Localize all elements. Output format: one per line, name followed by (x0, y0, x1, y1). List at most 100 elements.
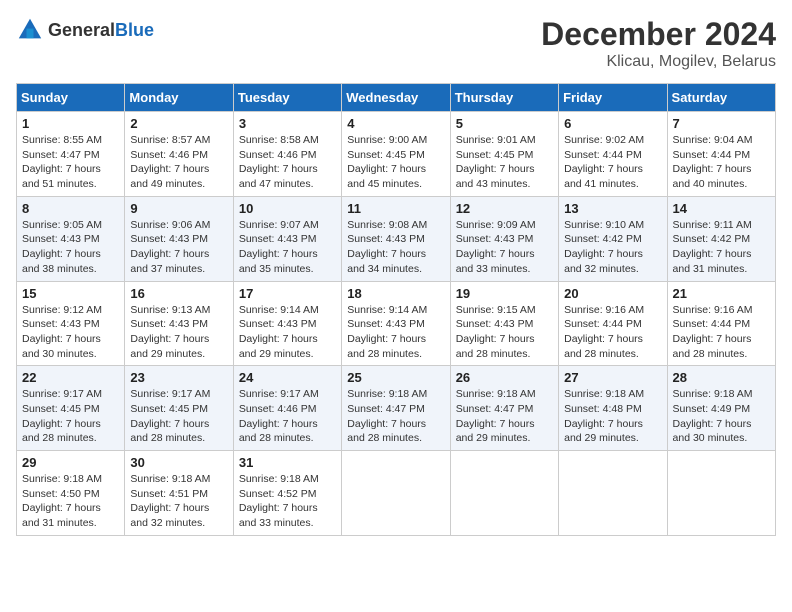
empty-cell (559, 451, 667, 536)
day-header-tuesday: Tuesday (233, 84, 341, 112)
day-info: Sunrise: 9:10 AMSunset: 4:42 PMDaylight:… (564, 218, 661, 277)
day-number: 16 (130, 286, 227, 301)
day-number: 9 (130, 201, 227, 216)
day-number: 29 (22, 455, 119, 470)
calendar-day-cell: 20Sunrise: 9:16 AMSunset: 4:44 PMDayligh… (559, 281, 667, 366)
main-title: December 2024 (541, 16, 776, 53)
calendar-day-cell: 13 Sunrise: 9:10 AMSunset: 4:42 PMDayligh… (559, 196, 667, 281)
calendar-week-row: 22 Sunrise: 9:17 AMSunset: 4:45 PMDayligh… (17, 366, 776, 451)
day-info: Sunrise: 8:57 AMSunset: 4:46 PMDaylight:… (130, 133, 227, 192)
day-number: 4 (347, 116, 444, 131)
calendar-table: SundayMondayTuesdayWednesdayThursdayFrid… (16, 83, 776, 536)
day-number: 2 (130, 116, 227, 131)
calendar-day-cell: 30Sunrise: 9:18 AMSunset: 4:51 PMDayligh… (125, 451, 233, 536)
day-number: 17 (239, 286, 336, 301)
calendar-week-row: 29Sunrise: 9:18 AMSunset: 4:50 PMDayligh… (17, 451, 776, 536)
day-number: 20 (564, 286, 661, 301)
calendar-day-cell: 12Sunrise: 9:09 AMSunset: 4:43 PMDayligh… (450, 196, 558, 281)
day-number: 25 (347, 370, 444, 385)
calendar-day-cell: 7Sunrise: 9:04 AMSunset: 4:44 PMDaylight… (667, 112, 775, 197)
day-header-wednesday: Wednesday (342, 84, 450, 112)
logo-text: GeneralBlue (48, 20, 154, 41)
day-header-thursday: Thursday (450, 84, 558, 112)
day-info: Sunrise: 9:09 AMSunset: 4:43 PMDaylight:… (456, 218, 553, 277)
calendar-day-cell: 4 Sunrise: 9:00 AMSunset: 4:45 PMDaylight… (342, 112, 450, 197)
day-info: Sunrise: 9:16 AMSunset: 4:44 PMDaylight:… (673, 303, 770, 362)
day-info: Sunrise: 9:06 AMSunset: 4:43 PMDaylight:… (130, 218, 227, 277)
calendar-day-cell: 14 Sunrise: 9:11 AMSunset: 4:42 PMDayligh… (667, 196, 775, 281)
day-number: 10 (239, 201, 336, 216)
day-number: 18 (347, 286, 444, 301)
calendar-day-cell: 6 Sunrise: 9:02 AMSunset: 4:44 PMDaylight… (559, 112, 667, 197)
day-number: 19 (456, 286, 553, 301)
day-number: 14 (673, 201, 770, 216)
calendar-day-cell: 11 Sunrise: 9:08 AMSunset: 4:43 PMDayligh… (342, 196, 450, 281)
day-number: 5 (456, 116, 553, 131)
day-info: Sunrise: 8:55 AMSunset: 4:47 PMDaylight:… (22, 133, 119, 192)
day-info: Sunrise: 9:12 AMSunset: 4:43 PMDaylight:… (22, 303, 119, 362)
day-info: Sunrise: 9:15 AMSunset: 4:43 PMDaylight:… (456, 303, 553, 362)
day-info: Sunrise: 9:17 AMSunset: 4:46 PMDaylight:… (239, 387, 336, 446)
calendar-day-cell: 29Sunrise: 9:18 AMSunset: 4:50 PMDayligh… (17, 451, 125, 536)
day-info: Sunrise: 9:13 AMSunset: 4:43 PMDaylight:… (130, 303, 227, 362)
calendar-day-cell: 10 Sunrise: 9:07 AMSunset: 4:43 PMDayligh… (233, 196, 341, 281)
day-info: Sunrise: 9:17 AMSunset: 4:45 PMDaylight:… (22, 387, 119, 446)
calendar-week-row: 15Sunrise: 9:12 AMSunset: 4:43 PMDayligh… (17, 281, 776, 366)
calendar-day-cell: 28Sunrise: 9:18 AMSunset: 4:49 PMDayligh… (667, 366, 775, 451)
day-info: Sunrise: 9:11 AMSunset: 4:42 PMDaylight:… (673, 218, 770, 277)
day-info: Sunrise: 9:17 AMSunset: 4:45 PMDaylight:… (130, 387, 227, 446)
day-number: 6 (564, 116, 661, 131)
day-number: 26 (456, 370, 553, 385)
day-info: Sunrise: 9:05 AMSunset: 4:43 PMDaylight:… (22, 218, 119, 277)
day-info: Sunrise: 9:18 AMSunset: 4:47 PMDaylight:… (347, 387, 444, 446)
calendar-header-row: SundayMondayTuesdayWednesdayThursdayFrid… (17, 84, 776, 112)
calendar-day-cell: 15Sunrise: 9:12 AMSunset: 4:43 PMDayligh… (17, 281, 125, 366)
day-number: 23 (130, 370, 227, 385)
day-info: Sunrise: 9:00 AMSunset: 4:45 PMDaylight:… (347, 133, 444, 192)
day-info: Sunrise: 9:14 AMSunset: 4:43 PMDaylight:… (239, 303, 336, 362)
calendar-day-cell: 31 Sunrise: 9:18 AMSunset: 4:52 PMDayligh… (233, 451, 341, 536)
day-number: 11 (347, 201, 444, 216)
logo-blue: Blue (115, 20, 154, 40)
day-number: 7 (673, 116, 770, 131)
day-info: Sunrise: 9:07 AMSunset: 4:43 PMDaylight:… (239, 218, 336, 277)
calendar-day-cell: 27Sunrise: 9:18 AMSunset: 4:48 PMDayligh… (559, 366, 667, 451)
calendar-day-cell: 26 Sunrise: 9:18 AMSunset: 4:47 PMDayligh… (450, 366, 558, 451)
day-info: Sunrise: 9:14 AMSunset: 4:43 PMDaylight:… (347, 303, 444, 362)
day-info: Sunrise: 8:58 AMSunset: 4:46 PMDaylight:… (239, 133, 336, 192)
calendar-day-cell: 3 Sunrise: 8:58 AMSunset: 4:46 PMDaylight… (233, 112, 341, 197)
empty-cell (450, 451, 558, 536)
empty-cell (342, 451, 450, 536)
day-info: Sunrise: 9:08 AMSunset: 4:43 PMDaylight:… (347, 218, 444, 277)
day-number: 3 (239, 116, 336, 131)
day-info: Sunrise: 9:18 AMSunset: 4:47 PMDaylight:… (456, 387, 553, 446)
day-info: Sunrise: 9:02 AMSunset: 4:44 PMDaylight:… (564, 133, 661, 192)
page-header: GeneralBlue December 2024 Klicau, Mogile… (16, 16, 776, 71)
logo: GeneralBlue (16, 16, 154, 44)
calendar-day-cell: 5 Sunrise: 9:01 AMSunset: 4:45 PMDaylight… (450, 112, 558, 197)
sub-title: Klicau, Mogilev, Belarus (541, 53, 776, 71)
calendar-day-cell: 9 Sunrise: 9:06 AMSunset: 4:43 PMDaylight… (125, 196, 233, 281)
day-info: Sunrise: 9:18 AMSunset: 4:51 PMDaylight:… (130, 472, 227, 531)
day-number: 8 (22, 201, 119, 216)
calendar-week-row: 1 Sunrise: 8:55 AMSunset: 4:47 PMDaylight… (17, 112, 776, 197)
day-info: Sunrise: 9:18 AMSunset: 4:49 PMDaylight:… (673, 387, 770, 446)
day-number: 24 (239, 370, 336, 385)
day-header-friday: Friday (559, 84, 667, 112)
title-block: December 2024 Klicau, Mogilev, Belarus (541, 16, 776, 71)
calendar-day-cell: 19 Sunrise: 9:15 AMSunset: 4:43 PMDayligh… (450, 281, 558, 366)
day-number: 22 (22, 370, 119, 385)
calendar-week-row: 8 Sunrise: 9:05 AMSunset: 4:43 PMDaylight… (17, 196, 776, 281)
calendar-day-cell: 1 Sunrise: 8:55 AMSunset: 4:47 PMDaylight… (17, 112, 125, 197)
day-info: Sunrise: 9:18 AMSunset: 4:52 PMDaylight:… (239, 472, 336, 531)
day-number: 21 (673, 286, 770, 301)
calendar-day-cell: 18 Sunrise: 9:14 AMSunset: 4:43 PMDayligh… (342, 281, 450, 366)
calendar-day-cell: 25 Sunrise: 9:18 AMSunset: 4:47 PMDayligh… (342, 366, 450, 451)
day-info: Sunrise: 9:01 AMSunset: 4:45 PMDaylight:… (456, 133, 553, 192)
day-number: 13 (564, 201, 661, 216)
day-number: 31 (239, 455, 336, 470)
day-number: 1 (22, 116, 119, 131)
calendar-day-cell: 2 Sunrise: 8:57 AMSunset: 4:46 PMDaylight… (125, 112, 233, 197)
calendar-day-cell: 22 Sunrise: 9:17 AMSunset: 4:45 PMDayligh… (17, 366, 125, 451)
day-number: 27 (564, 370, 661, 385)
